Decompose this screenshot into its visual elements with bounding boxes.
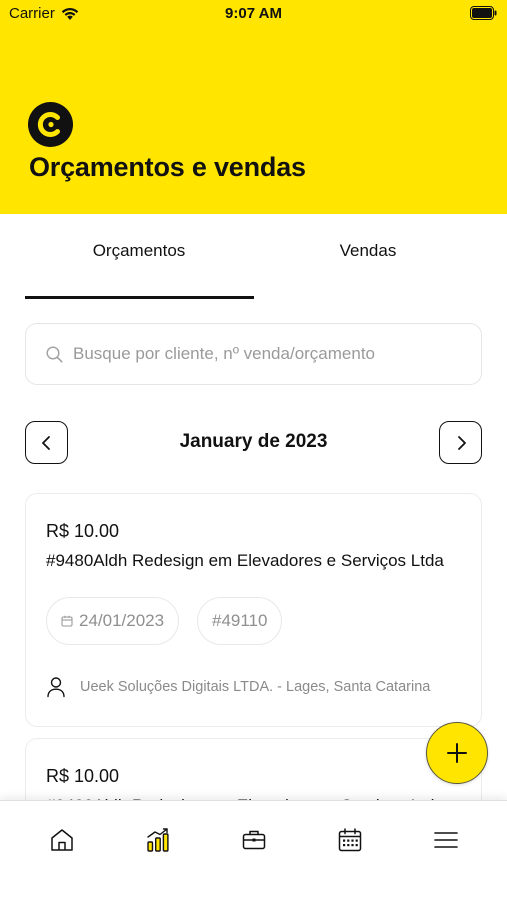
tabbar-reports[interactable]: [143, 825, 173, 855]
card-client: Ueek Soluções Digitais LTDA. - Lages, Sa…: [46, 676, 430, 698]
tabbar-menu[interactable]: [431, 825, 461, 855]
header: Carrier 9:07 AM Orçamentos e vendas: [0, 0, 507, 214]
active-tab-indicator: [25, 296, 254, 299]
month-navigator: January de 2023: [25, 421, 482, 465]
home-icon: [51, 829, 73, 851]
tab-bar: Orçamentos Vendas: [0, 214, 507, 300]
page-title: Orçamentos e vendas: [29, 152, 306, 182]
calendar-small-icon: [61, 615, 73, 627]
code-chip: #49110: [197, 597, 283, 645]
month-label: January de 2023: [179, 431, 328, 452]
briefcase-icon: [242, 830, 266, 850]
tab-vendas[interactable]: Vendas: [254, 214, 482, 300]
bottom-tab-bar: [0, 800, 507, 900]
chart-icon: [147, 828, 169, 852]
battery-icon: [470, 6, 497, 20]
clock: 9:07 AM: [225, 5, 282, 22]
date-chip-label: 24/01/2023: [79, 611, 165, 630]
chevron-right-icon: [457, 435, 466, 450]
plus-icon: [447, 743, 467, 763]
calendar-icon: [338, 828, 362, 852]
tabbar-budgets[interactable]: [239, 825, 269, 855]
search-input[interactable]: [73, 344, 453, 364]
brand-logo-icon: [28, 102, 73, 147]
code-chip-label: #49110: [212, 611, 268, 630]
next-month-button[interactable]: [439, 421, 482, 464]
menu-icon: [434, 832, 458, 848]
search-box[interactable]: [25, 323, 482, 385]
card-client-label: Ueek Soluções Digitais LTDA. - Lages, Sa…: [80, 679, 431, 695]
tabbar-home[interactable]: [47, 825, 77, 855]
search-icon: [46, 345, 63, 363]
date-chip: 24/01/2023: [46, 597, 180, 645]
budget-card[interactable]: R$ 10.00 #9480Aldh Redesign em Elevadore…: [25, 493, 482, 727]
tab-orcamentos-label: Orçamentos: [92, 241, 186, 260]
tab-orcamentos[interactable]: Orçamentos: [25, 214, 253, 300]
card-title: #9480Aldh Redesign em Elevadores e Servi…: [46, 551, 444, 570]
user-icon: [47, 677, 65, 698]
card-amount: R$ 10.00: [46, 521, 120, 541]
card-amount: R$ 10.00: [46, 766, 120, 786]
status-bar: Carrier 9:07 AM: [0, 0, 507, 30]
add-button[interactable]: [426, 722, 488, 784]
tabbar-calendar[interactable]: [335, 825, 365, 855]
tab-vendas-label: Vendas: [339, 241, 397, 260]
